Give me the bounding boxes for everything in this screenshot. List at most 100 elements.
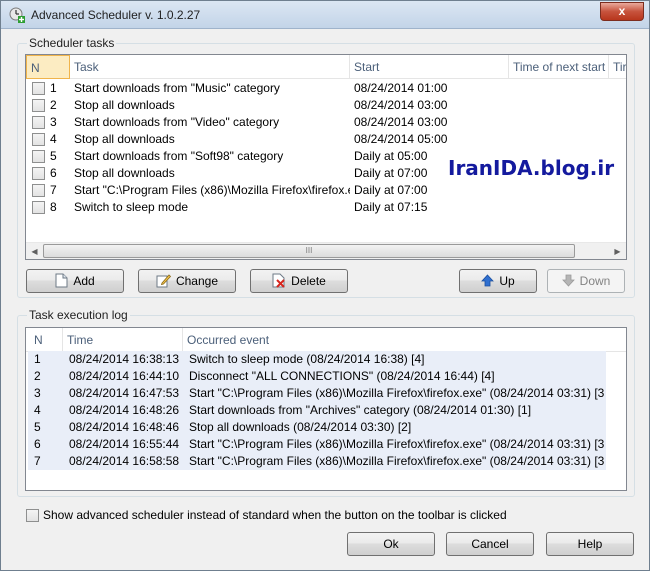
task-enabled-checkbox[interactable] [32,184,45,197]
task-enabled-checkbox[interactable] [32,116,45,129]
window-close-button[interactable]: x [600,2,644,21]
delete-task-label: Delete [291,274,326,288]
task-start: Daily at 07:00 [354,166,428,180]
task-number: 1 [50,81,57,95]
task-list-header: N Task Start Time of next start Tir [26,55,626,79]
task-number: 8 [50,200,57,214]
column-header-start[interactable]: Start [350,55,509,79]
log-row[interactable]: 4 08/24/2014 16:48:26 Start downloads fr… [28,402,606,419]
scroll-left-arrow-icon[interactable]: ◀ [26,243,43,259]
log-number: 3 [34,386,41,400]
log-row[interactable]: 6 08/24/2014 16:55:44 Start "C:\Program … [28,436,606,453]
task-name: Stop all downloads [74,132,175,146]
log-column-header-n[interactable]: N [30,328,63,352]
task-row[interactable]: 3 Start downloads from "Video" category … [26,114,626,131]
advanced-scheduler-checkbox-label[interactable]: Show advanced scheduler instead of stand… [43,508,507,522]
move-down-button[interactable]: Down [547,269,625,293]
ok-button[interactable]: Ok [347,532,435,556]
task-enabled-checkbox[interactable] [32,201,45,214]
log-column-header-event[interactable]: Occurred event [183,328,626,352]
move-up-label: Up [499,274,515,288]
task-row[interactable]: 8 Switch to sleep mode Daily at 07:15 [26,199,626,216]
help-button[interactable]: Help [546,532,634,556]
log-time: 08/24/2014 16:44:10 [69,369,180,383]
advanced-scheduler-window: Advanced Scheduler v. 1.0.2.27 x Schedul… [0,0,650,571]
log-row[interactable]: 1 08/24/2014 16:38:13 Switch to sleep mo… [28,351,606,368]
task-number: 2 [50,98,57,112]
task-name: Start downloads from "Soft98" category [74,149,284,163]
task-number: 4 [50,132,57,146]
log-time: 08/24/2014 16:38:13 [69,352,180,366]
change-task-button[interactable]: Change [138,269,236,293]
task-number: 3 [50,115,57,129]
scroll-thumb[interactable]: III [43,244,575,258]
task-execution-log-list[interactable]: N Time Occurred event 1 08/24/2014 16:38… [25,327,627,491]
log-list-header: N Time Occurred event [26,328,626,352]
column-header-next-start[interactable]: Time of next start [509,55,609,79]
move-down-label: Down [579,274,611,288]
task-name: Switch to sleep mode [74,200,189,214]
log-row[interactable]: 2 08/24/2014 16:44:10 Disconnect "ALL CO… [28,368,606,385]
task-name: Start "C:\Program Files (x86)\Mozilla Fi… [74,183,350,197]
log-number: 5 [34,420,41,434]
log-number: 2 [34,369,41,383]
task-name: Start downloads from "Music" category [74,81,280,95]
log-event: Start "C:\Program Files (x86)\Mozilla Fi… [189,454,604,468]
log-event: Start "C:\Program Files (x86)\Mozilla Fi… [189,386,604,400]
log-event: Start "C:\Program Files (x86)\Mozilla Fi… [189,437,604,451]
log-number: 1 [34,352,41,366]
log-row[interactable]: 3 08/24/2014 16:47:53 Start "C:\Program … [28,385,606,402]
log-row[interactable]: 5 08/24/2014 16:48:46 Stop all downloads… [28,419,606,436]
delete-task-button[interactable]: Delete [250,269,348,293]
task-enabled-checkbox[interactable] [32,99,45,112]
task-enabled-checkbox[interactable] [32,150,45,163]
task-row[interactable]: 1 Start downloads from "Music" category … [26,80,626,97]
window-title: Advanced Scheduler v. 1.0.2.27 [31,8,201,22]
log-event: Start downloads from "Archives" category… [189,403,532,417]
edit-pencil-icon [156,274,171,288]
watermark-text: IranIDA.blog.ir [448,156,615,180]
add-task-button[interactable]: Add [26,269,124,293]
scheduler-tasks-label: Scheduler tasks [27,36,117,50]
cancel-button[interactable]: Cancel [446,532,534,556]
task-start: 08/24/2014 03:00 [354,98,448,112]
scroll-right-arrow-icon[interactable]: ▶ [609,243,626,259]
task-name: Start downloads from "Video" category [74,115,280,129]
column-header-time[interactable]: Tir [609,55,626,79]
column-header-task[interactable]: Task [70,55,350,79]
task-name: Stop all downloads [74,166,175,180]
task-list-horizontal-scrollbar[interactable]: ◀ III ▶ [26,242,626,259]
task-start: 08/24/2014 03:00 [354,115,448,129]
advanced-scheduler-checkbox[interactable] [26,509,39,522]
log-time: 08/24/2014 16:48:46 [69,420,180,434]
arrow-up-icon [481,274,495,287]
change-task-label: Change [175,274,219,288]
move-up-button[interactable]: Up [459,269,537,293]
task-start: Daily at 05:00 [354,149,428,163]
new-document-icon [55,273,68,288]
add-task-label: Add [73,274,95,288]
log-time: 08/24/2014 16:48:26 [69,403,180,417]
log-row[interactable]: 7 08/24/2014 16:58:58 Start "C:\Program … [28,453,606,470]
log-number: 4 [34,403,41,417]
task-enabled-checkbox[interactable] [32,167,45,180]
task-enabled-checkbox[interactable] [32,82,45,95]
task-row[interactable]: 4 Stop all downloads 08/24/2014 05:00 [26,131,626,148]
task-row[interactable]: 2 Stop all downloads 08/24/2014 03:00 [26,97,626,114]
title-bar[interactable]: Advanced Scheduler v. 1.0.2.27 x [1,1,649,29]
log-event: Disconnect "ALL CONNECTIONS" (08/24/2014… [189,369,495,383]
log-number: 6 [34,437,41,451]
log-event: Switch to sleep mode (08/24/2014 16:38) … [189,352,425,366]
task-enabled-checkbox[interactable] [32,133,45,146]
task-row[interactable]: 7 Start "C:\Program Files (x86)\Mozilla … [26,182,626,199]
log-time: 08/24/2014 16:47:53 [69,386,180,400]
column-header-n[interactable]: N [26,55,70,79]
task-start: 08/24/2014 01:00 [354,81,448,95]
log-time: 08/24/2014 16:58:58 [69,454,180,468]
task-name: Stop all downloads [74,98,175,112]
task-start: Daily at 07:00 [354,183,428,197]
log-number: 7 [34,454,41,468]
task-start: 08/24/2014 05:00 [354,132,448,146]
log-column-header-time[interactable]: Time [63,328,183,352]
arrow-down-icon [561,274,575,287]
